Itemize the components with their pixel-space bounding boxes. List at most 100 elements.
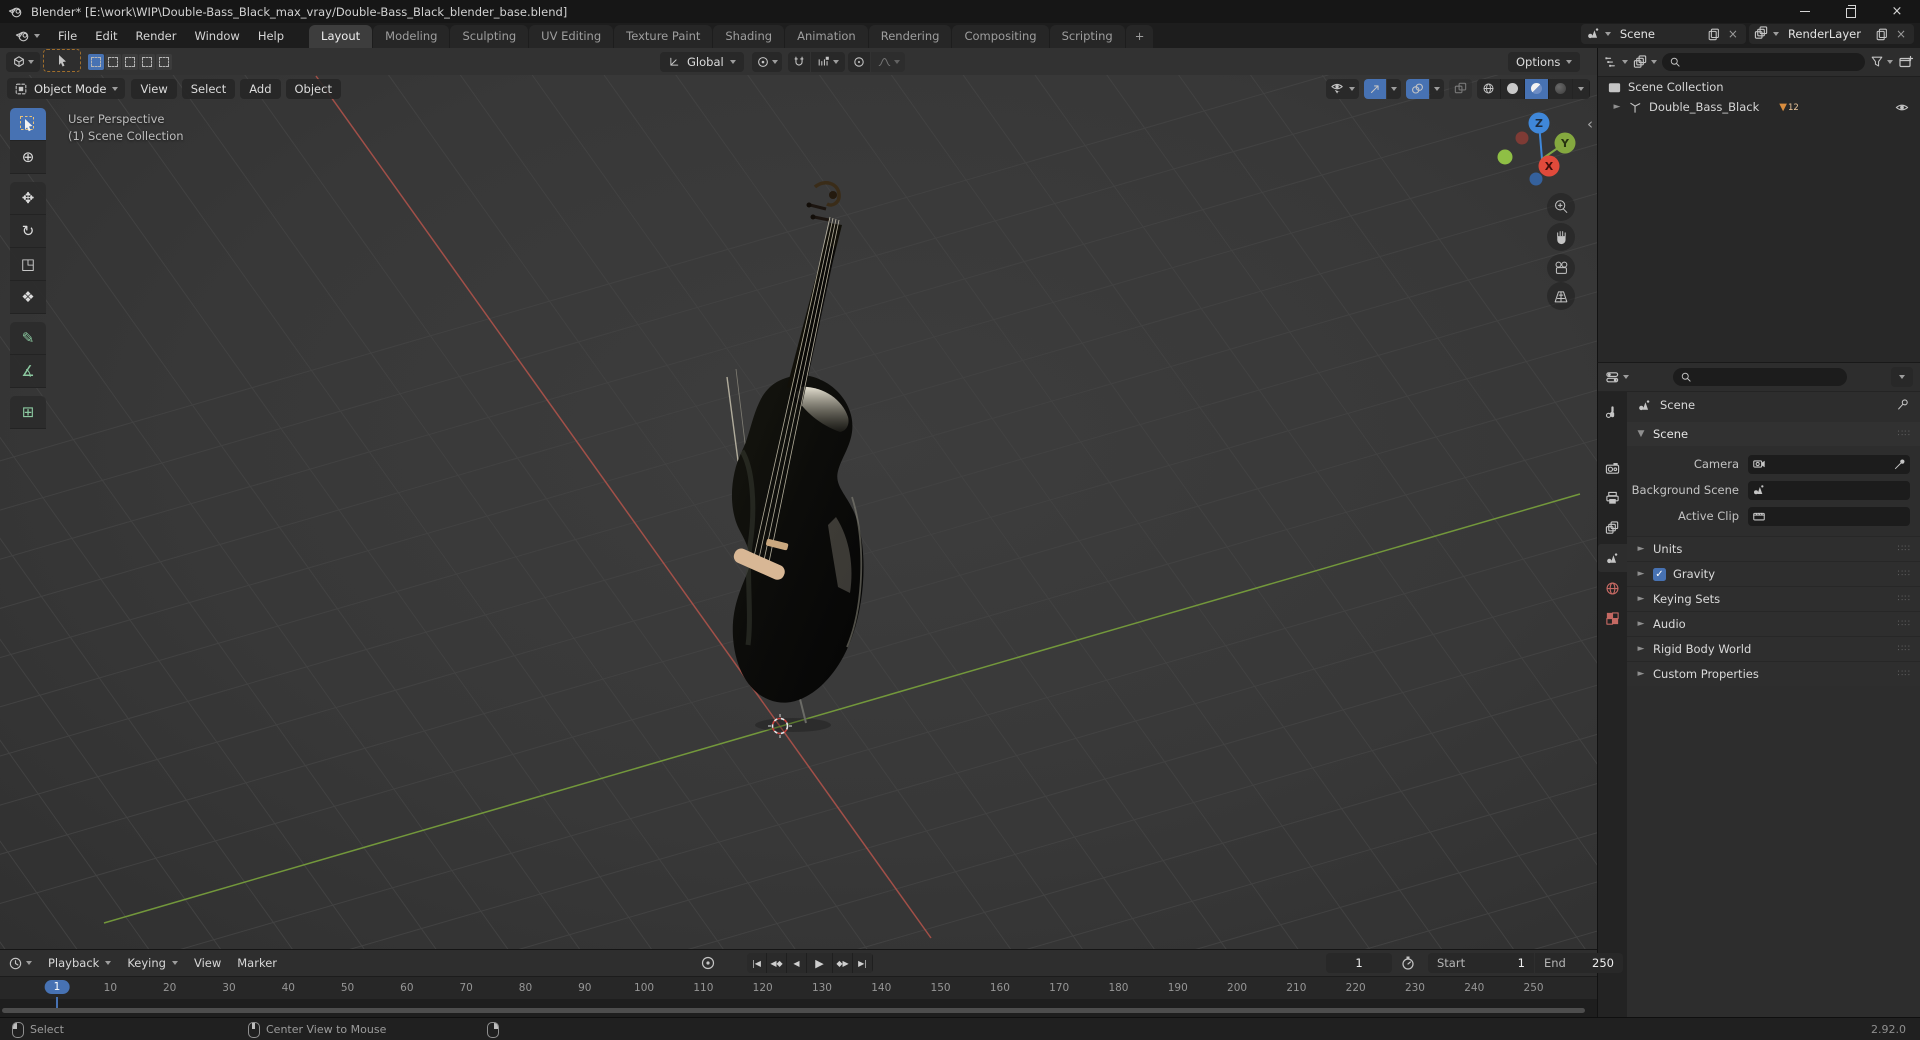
frame-tick-190[interactable]: 190: [1168, 982, 1188, 994]
workspace-tab-texture-paint[interactable]: Texture Paint: [614, 25, 713, 48]
jump-to-start-button[interactable]: |◀: [747, 953, 767, 973]
menu-help[interactable]: Help: [249, 26, 293, 46]
toolbar-tool-scale[interactable]: ◳: [10, 248, 46, 281]
current-frame-indicator[interactable]: 1: [44, 980, 70, 994]
workspace-tab-rendering[interactable]: Rendering: [868, 25, 952, 48]
axis-neg-x-ball[interactable]: [1497, 149, 1513, 165]
pin-icon[interactable]: [1896, 398, 1910, 412]
panel-drag-dots[interactable]: ∷∷: [1898, 544, 1911, 554]
show-gizmo-toggle[interactable]: [1364, 78, 1386, 99]
render-layer-selector[interactable]: RenderLayer ×: [1748, 23, 1914, 44]
new-scene-icon[interactable]: [1707, 27, 1721, 41]
transform-orientation-dropdown[interactable]: Global: [660, 51, 744, 72]
frame-end-field[interactable]: End 250: [1535, 953, 1623, 973]
toolbar-tool-select-box[interactable]: [10, 108, 46, 141]
panel-units[interactable]: ► Units ∷∷: [1627, 536, 1920, 561]
axis-y-ball[interactable]: Y: [1554, 132, 1576, 154]
axis-z-ball[interactable]: Z: [1528, 112, 1550, 134]
timeline-menu-view[interactable]: View: [186, 954, 229, 972]
perspective-ortho-button[interactable]: [1547, 282, 1575, 310]
toolbar-tool-rotate[interactable]: ↻: [10, 215, 46, 248]
frame-tick-80[interactable]: 80: [519, 982, 532, 994]
camera-view-button[interactable]: [1547, 254, 1575, 282]
current-frame-field[interactable]: 1: [1326, 953, 1392, 973]
select-mode-new[interactable]: [88, 53, 104, 70]
object-label[interactable]: Double_Bass_Black: [1649, 100, 1759, 114]
navigation-gizmo[interactable]: Z Y X: [1492, 107, 1592, 207]
proportional-editing-toggle[interactable]: [848, 51, 870, 72]
panel-drag-dots[interactable]: ∷∷: [1898, 669, 1911, 679]
frame-tick-50[interactable]: 50: [341, 982, 354, 994]
add-workspace-tab[interactable]: +: [1125, 25, 1154, 48]
frame-tick-230[interactable]: 230: [1405, 982, 1425, 994]
toolbar-tool-annotate[interactable]: ✎: [10, 322, 46, 355]
hide-eye-icon[interactable]: [1894, 100, 1910, 115]
axis-neg-z-ball[interactable]: [1529, 172, 1543, 186]
new-layer-icon[interactable]: [1875, 27, 1889, 41]
tab-scene[interactable]: [1598, 544, 1627, 572]
toolbar-tool-cursor[interactable]: ⊕: [10, 141, 46, 174]
minimize-button[interactable]: [1782, 0, 1828, 23]
panel-drag-dots[interactable]: ∷∷: [1898, 429, 1911, 439]
select-mode-subtract[interactable]: [122, 53, 138, 70]
frame-tick-120[interactable]: 120: [753, 982, 773, 994]
shading-dropdown[interactable]: [1573, 78, 1590, 99]
frame-tick-70[interactable]: 70: [459, 982, 472, 994]
workspace-tab-animation[interactable]: Animation: [785, 25, 868, 48]
frame-tick-10[interactable]: 10: [104, 982, 117, 994]
axis-x-ball[interactable]: X: [1538, 155, 1560, 177]
timeline-ruler[interactable]: 1 10 20 30 40 50 60 70 80 90 100 110 120 130 140 150 16…: [0, 976, 1597, 1000]
editor-type-3d-viewport-button[interactable]: [6, 51, 40, 72]
collection-label[interactable]: Scene Collection: [1628, 80, 1724, 94]
select-mode-intersect[interactable]: [156, 53, 172, 70]
workspace-tab-scripting[interactable]: Scripting: [1049, 25, 1125, 48]
shading-solid-button[interactable]: [1501, 78, 1525, 99]
scene-name[interactable]: Scene: [1615, 27, 1703, 41]
unlink-scene-icon[interactable]: ×: [1725, 27, 1741, 41]
viewport-menu-add[interactable]: Add: [240, 78, 281, 99]
workspace-tab-compositing[interactable]: Compositing: [952, 25, 1049, 48]
object-visibility-dropdown[interactable]: [1326, 78, 1359, 99]
gravity-checkbox[interactable]: ✓: [1653, 567, 1666, 581]
frame-tick-20[interactable]: 20: [163, 982, 176, 994]
viewport-3d[interactable]: Object Mode View Select Add Object User …: [0, 75, 1597, 949]
frame-tick-30[interactable]: 30: [222, 982, 235, 994]
outliner-display-mode-button[interactable]: [1633, 54, 1657, 70]
panel-drag-dots[interactable]: ∷∷: [1898, 594, 1911, 604]
proportional-falloff-dropdown[interactable]: [871, 51, 905, 72]
snap-toggle-button[interactable]: [788, 51, 810, 72]
frame-tick-250[interactable]: 250: [1524, 982, 1544, 994]
timeline-scrollbar[interactable]: [2, 1008, 1585, 1013]
timeline-menu-playback[interactable]: Playback: [40, 954, 119, 972]
camera-field[interactable]: [1748, 454, 1910, 474]
outliner-search-input[interactable]: [1662, 53, 1865, 71]
use-preview-range-toggle[interactable]: [1400, 953, 1416, 973]
mode-dropdown[interactable]: Object Mode: [7, 78, 126, 99]
options-dropdown[interactable]: Options: [1508, 51, 1581, 72]
gizmo-settings-dropdown[interactable]: [1387, 78, 1401, 99]
viewport-menu-object[interactable]: Object: [285, 78, 341, 99]
frame-tick-140[interactable]: 140: [871, 982, 891, 994]
frame-tick-240[interactable]: 240: [1464, 982, 1484, 994]
frame-tick-110[interactable]: 110: [693, 982, 713, 994]
panel-custom-properties[interactable]: ► Custom Properties ∷∷: [1627, 661, 1920, 686]
frame-tick-130[interactable]: 130: [812, 982, 832, 994]
select-mode-invert[interactable]: [139, 53, 155, 70]
next-keyframe-button[interactable]: ◆▶: [833, 953, 853, 973]
outliner-filter-button[interactable]: [1870, 55, 1893, 69]
outliner-row-object[interactable]: ► Double_Bass_Black ▼ 12: [1598, 97, 1920, 117]
properties-filter-dropdown[interactable]: [1891, 367, 1913, 387]
play-button[interactable]: ▶: [807, 953, 833, 973]
axis-neg-y-ball[interactable]: [1515, 131, 1529, 145]
panel-drag-dots[interactable]: ∷∷: [1898, 644, 1911, 654]
jump-to-end-button[interactable]: ▶|: [853, 953, 873, 973]
workspace-tab-modeling[interactable]: Modeling: [373, 25, 450, 48]
shading-wireframe-button[interactable]: [1477, 78, 1501, 99]
frame-tick-150[interactable]: 150: [931, 982, 951, 994]
workspace-tab-shading[interactable]: Shading: [713, 25, 785, 48]
frame-tick-60[interactable]: 60: [400, 982, 413, 994]
pivot-point-dropdown[interactable]: [752, 51, 782, 72]
active-tool-indicator[interactable]: [43, 49, 81, 72]
select-mode-extend[interactable]: [105, 53, 121, 70]
panel-keying-sets[interactable]: ► Keying Sets ∷∷: [1627, 586, 1920, 611]
